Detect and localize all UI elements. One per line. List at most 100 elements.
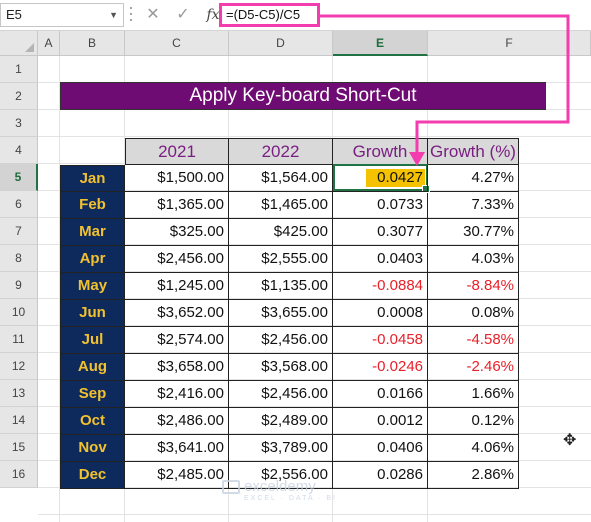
table-header-e[interactable]: Growth [333, 138, 428, 165]
month-cell[interactable]: Oct [60, 408, 125, 435]
value-2022-cell[interactable]: $3,789.00 [229, 435, 333, 462]
row-header-13[interactable]: 13 [0, 380, 38, 407]
table-header-c[interactable]: 2021 [125, 138, 229, 165]
value-2021-cell[interactable]: $3,658.00 [125, 354, 229, 381]
name-box[interactable]: E5 ▼ [0, 3, 124, 27]
month-cell[interactable]: Jul [60, 327, 125, 354]
drag-handle-icon[interactable] [130, 7, 132, 23]
value-2022-cell[interactable]: $3,568.00 [229, 354, 333, 381]
value-2021-cell[interactable]: $3,652.00 [125, 300, 229, 327]
name-box-value: E5 [6, 7, 22, 22]
value-2022-cell[interactable]: $2,489.00 [229, 408, 333, 435]
value-2022-cell[interactable]: $2,555.00 [229, 246, 333, 273]
row-header-14[interactable]: 14 [0, 407, 38, 434]
growth-pct-cell[interactable]: 4.27% [428, 165, 519, 192]
cancel-icon[interactable]: ✕ [138, 4, 168, 26]
row-header-16[interactable]: 16 [0, 461, 38, 488]
month-cell[interactable]: Jun [60, 300, 125, 327]
growth-pct-cell[interactable]: 7.33% [428, 192, 519, 219]
select-all-button[interactable] [0, 31, 38, 56]
sheet-title[interactable]: Apply Key-board Short-Cut [60, 82, 546, 110]
month-cell[interactable]: Nov [60, 435, 125, 462]
table-header-f[interactable]: Growth (%) [428, 138, 519, 165]
row-header-8[interactable]: 8 [0, 245, 38, 272]
value-2021-cell[interactable]: $2,416.00 [125, 381, 229, 408]
row-header-9[interactable]: 9 [0, 272, 38, 299]
value-2021-cell[interactable]: $1,500.00 [125, 165, 229, 192]
row-header-2[interactable]: 2 [0, 83, 38, 110]
value-2021-cell[interactable]: $1,365.00 [125, 192, 229, 219]
growth-cell[interactable]: 0.0166 [333, 381, 428, 408]
value-2021-cell[interactable]: $2,485.00 [125, 462, 229, 489]
table-header-d[interactable]: 2022 [229, 138, 333, 165]
value-2021-cell[interactable]: $2,486.00 [125, 408, 229, 435]
enter-icon[interactable]: ✓ [168, 4, 198, 26]
growth-cell[interactable]: 0.0286 [333, 462, 428, 489]
watermark-logo-icon [222, 480, 240, 495]
month-cell[interactable]: Sep [60, 381, 125, 408]
column-header-a[interactable]: A [38, 31, 60, 56]
growth-cell[interactable]: 0.0406 [333, 435, 428, 462]
column-header-c[interactable]: C [125, 31, 229, 56]
formula-bar: E5 ▼ ✕ ✓ fx =(D5-C5)/C5 [0, 0, 591, 31]
row-header-10[interactable]: 10 [0, 299, 38, 326]
value-2022-cell[interactable]: $2,456.00 [229, 381, 333, 408]
month-cell[interactable]: Aug [60, 354, 125, 381]
row-header-3[interactable]: 3 [0, 110, 38, 137]
growth-cell[interactable]: 0.0733 [333, 192, 428, 219]
growth-cell[interactable]: 0.0012 [333, 408, 428, 435]
month-cell[interactable]: Dec [60, 462, 125, 489]
column-header-f[interactable]: F [428, 31, 591, 56]
value-2022-cell[interactable]: $1,465.00 [229, 192, 333, 219]
growth-cell[interactable]: -0.0458 [333, 327, 428, 354]
growth-pct-cell[interactable]: 1.66% [428, 381, 519, 408]
row-header-11[interactable]: 11 [0, 326, 38, 353]
formula-input[interactable]: =(D5-C5)/C5 [219, 3, 320, 27]
watermark: exceldemy EXCEL · DATA · BI [222, 478, 337, 502]
row-header-6[interactable]: 6 [0, 191, 38, 218]
growth-pct-cell[interactable]: -4.58% [428, 327, 519, 354]
value-2021-cell[interactable]: $325.00 [125, 219, 229, 246]
value-2021-cell[interactable]: $3,641.00 [125, 435, 229, 462]
value-2021-cell[interactable]: $2,456.00 [125, 246, 229, 273]
row-header-5[interactable]: 5 [0, 164, 38, 191]
growth-cell[interactable]: 0.0427 [333, 165, 428, 192]
month-cell[interactable]: Feb [60, 192, 125, 219]
growth-pct-cell[interactable]: 4.03% [428, 246, 519, 273]
month-cell[interactable]: Apr [60, 246, 125, 273]
growth-cell[interactable]: 0.3077 [333, 219, 428, 246]
growth-pct-cell[interactable]: 2.86% [428, 462, 519, 489]
growth-cell[interactable]: -0.0246 [333, 354, 428, 381]
row-header-7[interactable]: 7 [0, 218, 38, 245]
value-2022-cell[interactable]: $2,456.00 [229, 327, 333, 354]
growth-pct-cell[interactable]: 4.06% [428, 435, 519, 462]
column-header-b[interactable]: B [60, 31, 125, 56]
row-header-15[interactable]: 15 [0, 434, 38, 461]
column-header-d[interactable]: D [229, 31, 333, 56]
value-2021-cell[interactable]: $2,574.00 [125, 327, 229, 354]
row-header-4[interactable]: 4 [0, 137, 38, 164]
growth-pct-cell[interactable]: 0.12% [428, 408, 519, 435]
growth-cell[interactable]: 0.0008 [333, 300, 428, 327]
value-2022-cell[interactable]: $1,135.00 [229, 273, 333, 300]
month-cell[interactable]: Mar [60, 219, 125, 246]
row-header-12[interactable]: 12 [0, 353, 38, 380]
month-cell[interactable]: Jan [60, 165, 125, 192]
value-2022-cell[interactable]: $425.00 [229, 219, 333, 246]
growth-cell[interactable]: 0.0403 [333, 246, 428, 273]
growth-pct-cell[interactable]: -2.46% [428, 354, 519, 381]
value-2022-cell[interactable]: $1,564.00 [229, 165, 333, 192]
watermark-name: exceldemy [244, 478, 316, 495]
month-cell[interactable]: May [60, 273, 125, 300]
growth-pct-cell[interactable]: 0.08% [428, 300, 519, 327]
gridline [38, 514, 591, 515]
value-2022-cell[interactable]: $3,655.00 [229, 300, 333, 327]
growth-pct-cell[interactable]: 30.77% [428, 219, 519, 246]
growth-pct-cell[interactable]: -8.84% [428, 273, 519, 300]
value-2021-cell[interactable]: $1,245.00 [125, 273, 229, 300]
row-header-1[interactable]: 1 [0, 56, 38, 83]
watermark-tagline: EXCEL · DATA · BI [244, 495, 337, 502]
chevron-down-icon[interactable]: ▼ [109, 4, 118, 26]
growth-cell[interactable]: -0.0884 [333, 273, 428, 300]
column-header-e[interactable]: E [333, 31, 428, 56]
